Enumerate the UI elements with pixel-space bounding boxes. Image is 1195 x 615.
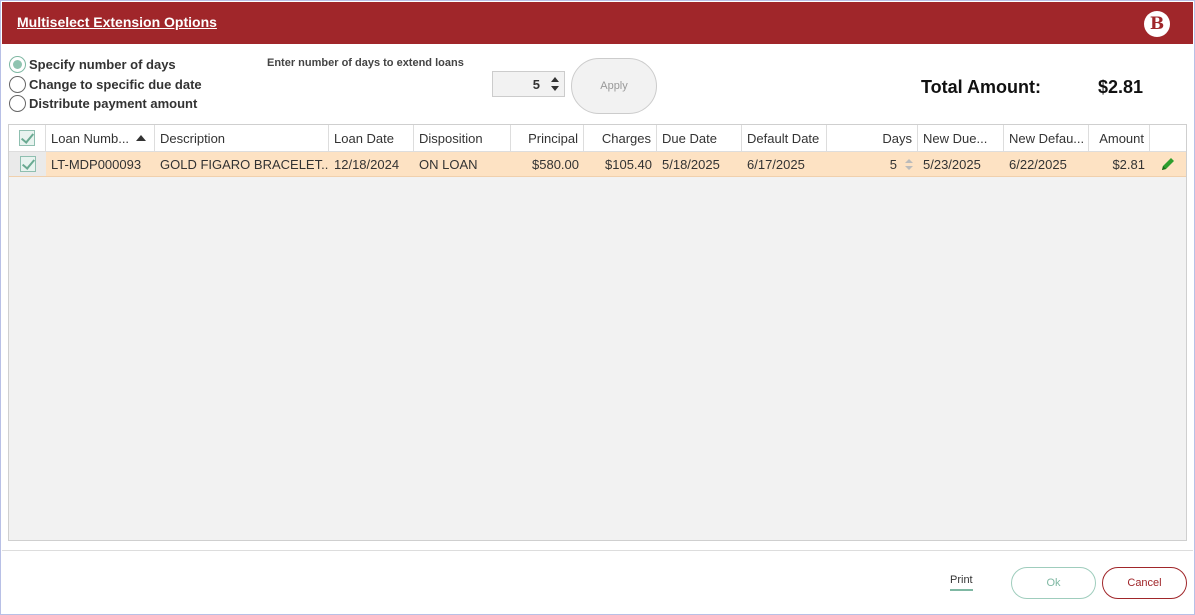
column-header-label: Loan Numb...: [51, 130, 130, 146]
cell-default-date: 6/17/2025: [747, 156, 805, 172]
radio-button-checked[interactable]: [9, 56, 26, 74]
cell-new-due-date: 5/23/2025: [923, 156, 981, 172]
cell-charges: $105.40: [605, 156, 652, 172]
column-header-days[interactable]: Days: [827, 125, 918, 151]
cell-due-date: 5/18/2025: [662, 156, 720, 172]
cell-new-default-date: 6/22/2025: [1009, 156, 1067, 172]
column-header-principal[interactable]: Principal: [511, 125, 584, 151]
column-header-actions: [1150, 125, 1186, 151]
days-stepper-value[interactable]: 5: [493, 77, 546, 92]
row-select-cell[interactable]: [9, 152, 46, 176]
column-header-loan-date[interactable]: Loan Date: [329, 125, 414, 151]
cell-disposition: ON LOAN: [419, 156, 478, 172]
stepper-down-icon[interactable]: [551, 86, 559, 91]
ok-button[interactable]: Ok: [1011, 567, 1096, 599]
column-header-amount[interactable]: Amount: [1089, 125, 1150, 151]
dialog-title: Multiselect Extension Options: [17, 14, 217, 30]
column-header-loan-number[interactable]: Loan Numb...: [46, 125, 155, 151]
dialog-window: Multiselect Extension Options B Specify …: [0, 0, 1195, 615]
column-header-charges[interactable]: Charges: [584, 125, 657, 151]
loans-grid: Loan Numb... Description Loan Date Dispo…: [8, 124, 1187, 541]
pencil-edit-icon[interactable]: [1160, 156, 1176, 172]
title-bar: Multiselect Extension Options B: [2, 2, 1193, 44]
total-amount-value: $2.81: [1098, 77, 1144, 97]
cell-days-stepper[interactable]: 5: [827, 152, 918, 176]
column-header-due-date[interactable]: Due Date: [657, 125, 742, 151]
cell-amount: $2.81: [1112, 156, 1145, 172]
column-header-description[interactable]: Description: [155, 125, 329, 151]
cell-loan-number: LT-MDP000093: [51, 156, 142, 172]
sort-ascending-icon: [136, 135, 147, 141]
column-header-default-date[interactable]: Default Date: [742, 125, 827, 151]
extension-mode-group: Specify number of days Change to specifi…: [9, 55, 202, 114]
app-logo-icon: B: [1144, 11, 1170, 37]
select-all-cell[interactable]: [9, 125, 46, 151]
radio-distribute-payment[interactable]: Distribute payment amount: [9, 94, 202, 114]
footer-divider: [2, 550, 1193, 551]
days-stepper[interactable]: 5: [492, 71, 565, 97]
column-header-new-default[interactable]: New Defau...: [1004, 125, 1089, 151]
radio-specific-due-date[interactable]: Change to specific due date: [9, 75, 202, 95]
row-checkbox[interactable]: [19, 156, 36, 172]
select-all-checkbox[interactable]: [19, 130, 35, 146]
print-link[interactable]: Print: [950, 574, 973, 591]
radio-label: Specify number of days: [29, 57, 176, 73]
column-header-new-due[interactable]: New Due...: [918, 125, 1004, 151]
radio-label: Change to specific due date: [29, 76, 202, 92]
radio-label: Distribute payment amount: [29, 96, 198, 112]
cell-description: GOLD FIGARO BRACELET...: [160, 156, 329, 172]
apply-button[interactable]: Apply: [571, 58, 657, 114]
grid-header: Loan Numb... Description Loan Date Dispo…: [9, 125, 1186, 152]
radio-specify-days[interactable]: Specify number of days: [9, 55, 202, 75]
radio-button[interactable]: [9, 95, 26, 113]
days-input-label: Enter number of days to extend loans: [267, 57, 464, 69]
cell-principal: $580.00: [532, 156, 579, 172]
edit-cell[interactable]: [1150, 152, 1186, 176]
cell-loan-date: 12/18/2024: [334, 156, 400, 172]
stepper-up-icon[interactable]: [551, 77, 559, 82]
stepper-arrows[interactable]: [546, 77, 564, 91]
column-header-disposition[interactable]: Disposition: [414, 125, 511, 151]
cancel-button[interactable]: Cancel: [1102, 567, 1187, 599]
cell-days-value[interactable]: 5: [890, 157, 897, 172]
table-row[interactable]: LT-MDP000093 GOLD FIGARO BRACELET... 12/…: [9, 152, 1186, 177]
radio-button[interactable]: [9, 75, 26, 93]
days-spin-icon[interactable]: [905, 158, 913, 170]
total-amount-label: Total Amount:: [921, 77, 1041, 97]
